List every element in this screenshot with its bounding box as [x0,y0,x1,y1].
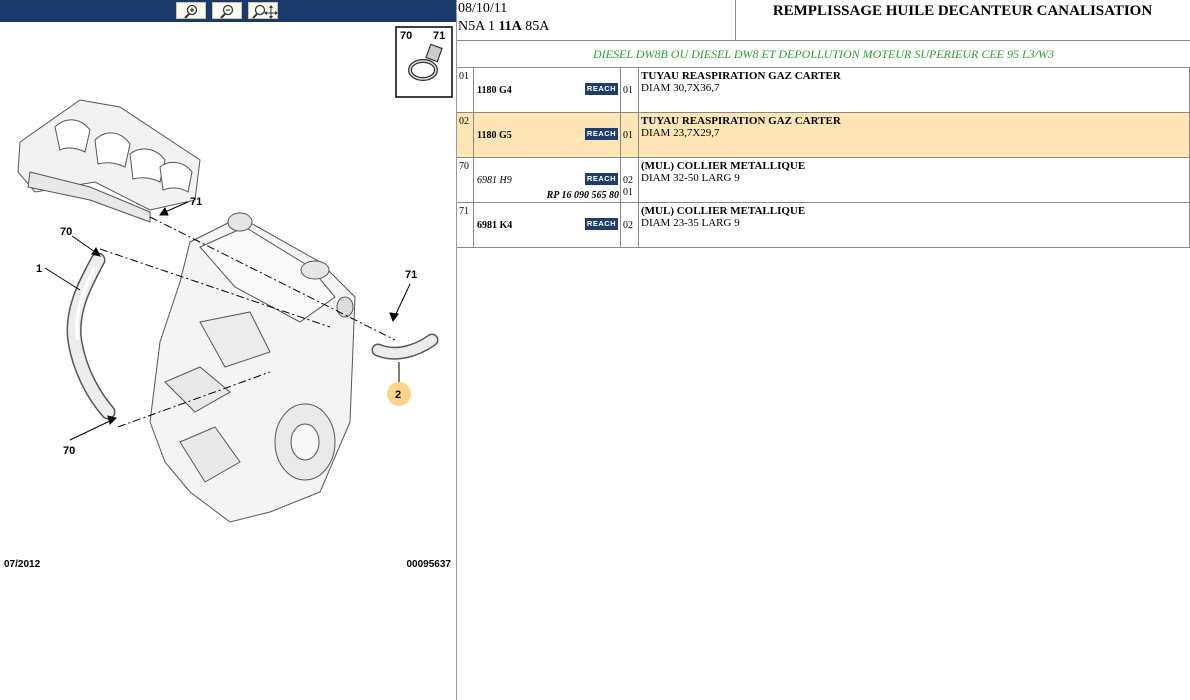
callout-70-bottom: 70 [63,445,75,457]
inset-label-70: 70 [400,30,412,42]
part-spec: DIAM 30,7X36,7 [641,82,720,94]
header-code: N5A 1 11A 85A [458,19,550,34]
row-description: TUYAU REASPIRATION GAZ CARTER DIAM 30,7X3… [639,68,1189,112]
row-quantity: 02 [621,203,639,247]
row-description: (MUL) COLLIER METALLIQUE DIAM 32-50 LARG … [639,158,1189,202]
table-row[interactable]: 71 6981 K4 REACH 02 (MUL) COLLIER METALLIQUE… [457,203,1190,248]
part-number[interactable]: 6981 H9 [477,175,512,186]
part-spec: DIAM 32-50 LARG 9 [641,172,740,184]
part-number[interactable]: 1180 G5 [477,130,512,141]
quantity: 02 [623,220,633,231]
row-reference: 6981 K4 REACH [475,203,621,247]
row-index: 70 [457,158,474,202]
row-reference: 1180 G5 REACH [475,113,621,157]
hose-part-1 [66,252,116,420]
zoom-out-icon [220,4,234,19]
reach-badge[interactable]: REACH [585,173,618,185]
exploded-parts-diagram: 70 71 1 70 70 71 71 2 [17,26,453,523]
page-title: REMPLISSAGE HUILE DECANTEUR CANALISATION [772,3,1153,19]
parts-header: 08/10/11 N5A 1 11A 85A REMPLISSAGE HUILE… [457,0,1190,41]
row-index: 01 [457,68,474,112]
part-name: TUYAU REASPIRATION GAZ CARTER [641,70,841,82]
hose-part-2 [371,333,439,360]
engine-block [149,212,356,523]
table-row[interactable]: 01 1180 G4 REACH 01 TUYAU REASPIRATION GAZ C… [457,68,1190,113]
quantity-alt: 01 [623,187,633,198]
row-quantity: 02 01 [621,158,639,202]
quantity: 01 [623,130,633,141]
intake-manifold [17,99,201,223]
row-description: (MUL) COLLIER METALLIQUE DIAM 23-35 LARG … [639,203,1189,247]
part-name: TUYAU REASPIRATION GAZ CARTER [641,115,841,127]
part-spec: DIAM 23,7X29,7 [641,127,720,139]
zoom-toolbar [0,0,456,22]
callout-70-top: 70 [60,226,72,238]
quantity: 01 [623,85,633,96]
row-reference: 1180 G4 REACH [475,68,621,112]
part-number[interactable]: 1180 G4 [477,85,512,96]
zoom-in-button[interactable] [176,2,206,19]
replacement-part-number: RP 16 090 565 80 [546,190,619,201]
diagram-panel: 70 71 1 70 70 71 71 2 07/2012 00095637 [0,0,457,700]
callout-2: 2 [395,389,401,401]
zoom-move-button[interactable] [248,2,278,19]
table-row[interactable]: 70 6981 H9 REACH RP 16 090 565 80 02 01 (MUL) … [457,158,1190,203]
diagram-date: 07/2012 [4,559,41,570]
part-spec: DIAM 23-35 LARG 9 [641,217,740,229]
clamp-inset: 70 71 [395,26,453,98]
callout-71-right: 71 [405,269,417,281]
diagram-reference: 00095637 [406,559,452,570]
part-number[interactable]: 6981 K4 [477,220,512,231]
row-description: TUYAU REASPIRATION GAZ CARTER DIAM 23,7X2… [639,113,1189,157]
row-index: 71 [457,203,474,247]
row-index: 02 [457,113,474,157]
part-name: (MUL) COLLIER METALLIQUE [641,205,806,217]
row-quantity: 01 [621,113,639,157]
callout-71-left: 71 [190,196,202,208]
quantity: 02 [623,175,633,186]
row-quantity: 01 [621,68,639,112]
header-date: 08/10/11 [458,1,508,16]
zoom-out-button[interactable] [212,2,242,19]
callout-1: 1 [36,263,42,275]
reach-badge[interactable]: REACH [585,83,618,95]
applicability-subtitle: DIESEL DW8B OU DIESEL DW8 ET DEPOLLUTION… [457,41,1190,68]
row-reference: 6981 H9 REACH RP 16 090 565 80 [475,158,621,202]
part-name: (MUL) COLLIER METALLIQUE [641,160,806,172]
zoom-move-icon [252,4,278,19]
parts-panel: 08/10/11 N5A 1 11A 85A REMPLISSAGE HUILE… [457,0,1190,700]
reach-badge[interactable]: REACH [585,218,618,230]
reach-badge[interactable]: REACH [585,128,618,140]
zoom-in-icon [184,4,198,19]
header-info: 08/10/11 N5A 1 11A 85A [457,0,736,40]
inset-label-71: 71 [433,30,445,42]
table-row[interactable]: 02 1180 G5 REACH 01 TUYAU REASPIRATION GAZ C… [457,113,1190,158]
